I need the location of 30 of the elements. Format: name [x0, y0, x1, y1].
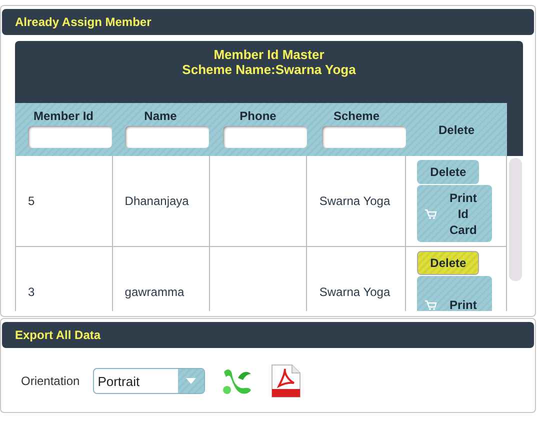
panel-title: Already Assign Member: [15, 15, 152, 29]
column-header: Scheme: [333, 109, 380, 123]
column-header: Name: [144, 109, 177, 123]
cart-icon: [425, 208, 438, 218]
print-id-card-button[interactable]: Print Id Card: [417, 185, 492, 242]
orientation-label: Orientation: [21, 374, 80, 388]
filter-field[interactable]: [322, 126, 406, 148]
scrollbar[interactable]: [509, 158, 522, 281]
delete-button[interactable]: Delete: [417, 160, 480, 184]
column-header: Phone: [240, 109, 276, 123]
table-cell: Dhananjaya: [124, 194, 189, 208]
table-cell: 5: [28, 194, 35, 208]
filter-field[interactable]: [223, 126, 307, 148]
caret-icon: [186, 378, 196, 384]
orientation-dropdown[interactable]: Portrait: [92, 368, 205, 394]
panel-title: Export All Data: [15, 328, 101, 342]
delete-button[interactable]: Delete: [417, 251, 480, 275]
table-cell: Swarna Yoga: [319, 285, 390, 299]
caption-line: Scheme Name:Swarna Yoga: [182, 62, 356, 77]
cart-icon: [425, 300, 438, 310]
caption-line: Member Id Master: [212, 47, 326, 62]
column-header: Delete: [438, 122, 475, 136]
table-cell: 3: [28, 285, 35, 299]
column-header: Member Id: [33, 109, 94, 123]
filter-field[interactable]: [125, 126, 209, 148]
print-id-card-button[interactable]: Print: [417, 276, 492, 311]
filter-field[interactable]: [28, 126, 112, 148]
table-cell: Swarna Yoga: [319, 194, 390, 208]
pdf-icon[interactable]: [270, 364, 301, 398]
table-cell: gawramma: [124, 285, 184, 299]
